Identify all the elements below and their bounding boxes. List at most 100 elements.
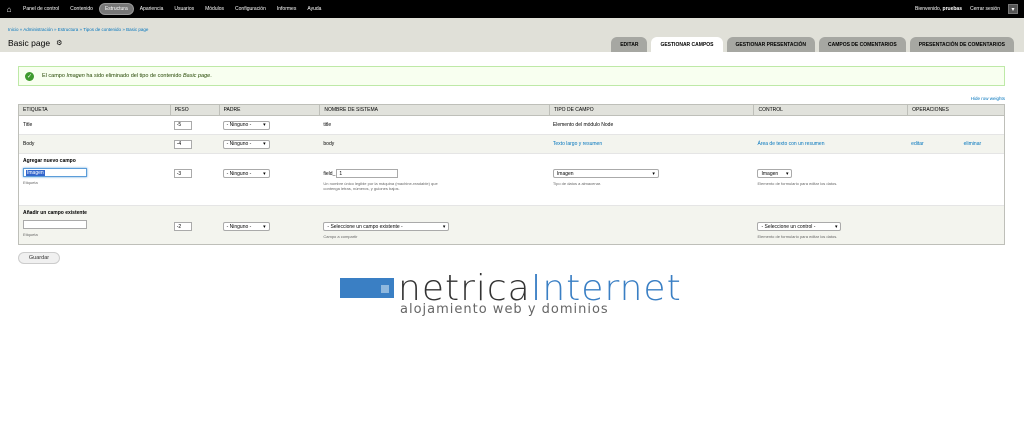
existing-field-desc: Campo a compartir [323, 234, 358, 239]
col-weight: PESO [169, 105, 219, 115]
control-link[interactable]: Área de texto con un resumen [753, 141, 907, 147]
page-title: Basic page [8, 38, 51, 48]
message-pre: El campo [42, 73, 67, 79]
existing-label-desc: Etiqueta [23, 232, 38, 237]
control-cell: - Seleccione un control - ▾ Elemento de f… [753, 210, 907, 239]
parent-select[interactable]: - Ninguno - ▾ [222, 139, 270, 149]
existing-field-title: Añadir un campo existente [23, 210, 87, 216]
row-label: Body [23, 141, 35, 147]
new-field-label-value: Imagen [26, 169, 45, 176]
shortcuts-toggle-icon[interactable]: ▾ [1008, 4, 1018, 14]
tab-manage-display[interactable]: GESTIONAR PRESENTACIÓN [726, 37, 815, 52]
col-parent: PADRE [218, 105, 320, 115]
parent-select-value: - Ninguno - [226, 223, 252, 230]
existing-label-input[interactable] [23, 220, 87, 229]
toolbar-menu: Panel de control Contenido Estructura Ap… [18, 3, 326, 15]
existing-field-select[interactable]: - Seleccione un campo existente - ▾ [323, 222, 450, 231]
parent-select[interactable]: - Ninguno - ▾ [222, 222, 270, 231]
toolbar-item-help[interactable]: Ayuda [302, 4, 326, 14]
tab-manage-fields[interactable]: GESTIONAR CAMPOS [651, 37, 723, 52]
control-cell: Imagen ▾ Elemento de formulario para edit… [753, 158, 907, 186]
tab-edit[interactable]: EDITAR [611, 37, 648, 52]
weight-cell: -5 [170, 120, 219, 130]
chevron-down-icon: ▾ [785, 170, 789, 177]
field-type-value: Imagen [556, 170, 574, 177]
netrica-logo: netricaInternet alojamiento web y domini… [340, 268, 681, 323]
edit-link[interactable]: editar [911, 141, 924, 147]
existing-control-select[interactable]: - Seleccione un control - ▾ [757, 222, 842, 231]
toolbar-item-dashboard[interactable]: Panel de control [18, 4, 64, 14]
home-icon[interactable]: ⌂ [0, 0, 18, 18]
chevron-down-icon: ▾ [263, 141, 266, 147]
toolbar-item-reports[interactable]: Informes [272, 4, 301, 14]
save-button[interactable]: Guardar [18, 252, 60, 264]
weight-input[interactable]: -3 [173, 169, 192, 178]
parent-select-value: - Ninguno - [226, 141, 252, 147]
chevron-down-icon: ▾ [263, 170, 266, 177]
control-select[interactable]: Imagen ▾ [757, 169, 793, 178]
username-link[interactable]: pruebas [943, 6, 962, 12]
breadcrumb[interactable]: Inicio » Administración » Estructura » T… [8, 27, 148, 32]
field-type-desc: Tipo de datos a almacenar. [552, 181, 602, 186]
delete-link[interactable]: eliminar [964, 141, 982, 147]
toolbar-item-users[interactable]: Usuarios [169, 4, 199, 14]
status-message: ✓ El campo Imagen ha sido eliminado del … [18, 66, 1005, 86]
table-header: ETIQUETA PESO PADRE NOMBRE DE SISTEMA TI… [19, 105, 1004, 116]
row-field-type: Elemento del módulo Node [552, 122, 614, 128]
field-type-select[interactable]: Imagen ▾ [552, 169, 659, 178]
hide-row-weights-link[interactable]: Hide row weights [971, 96, 1005, 101]
parent-select[interactable]: - Ninguno - ▾ [222, 120, 270, 130]
existing-label-cell: Añadir un campo existente Etiqueta [19, 210, 170, 237]
toolbar-user: Bienvenido, pruebas Cerrar sesión ▾ [915, 0, 1018, 18]
chevron-down-icon: ▾ [263, 122, 266, 128]
weight-cell: -3 [170, 158, 219, 178]
toolbar-item-structure[interactable]: Estructura [98, 3, 134, 15]
field-type-link[interactable]: Texto largo y resumen [549, 141, 754, 147]
logo-tagline: alojamiento web y dominios [400, 302, 609, 317]
col-field-type: TIPO DE CAMPO [548, 105, 754, 115]
field-name-input[interactable]: 1 [336, 169, 399, 178]
chevron-down-icon: ▾ [263, 223, 266, 230]
weight-input[interactable]: -5 [173, 120, 192, 130]
parent-select[interactable]: - Ninguno - ▾ [222, 169, 270, 178]
control-value: Imagen [761, 170, 779, 177]
logout-link[interactable]: Cerrar sesión [970, 6, 1000, 12]
col-system-name: NOMBRE DE SISTEMA [319, 105, 549, 115]
new-field-title: Agregar nuevo campo [23, 158, 76, 164]
system-name-cell: field_ 1 Un nombre único legible por la m… [319, 158, 549, 191]
toolbar-item-content[interactable]: Contenido [65, 4, 98, 14]
new-field-label-desc: Etiqueta [23, 180, 38, 185]
chevron-down-icon: ▾ [442, 223, 446, 230]
row-operations: editar eliminar [907, 141, 1004, 147]
tab-comment-display[interactable]: PRESENTACIÓN DE COMENTARIOS [909, 37, 1014, 52]
message-type: Basic page [182, 73, 211, 79]
fields-table: ETIQUETA PESO PADRE NOMBRE DE SISTEMA TI… [18, 104, 1005, 245]
chevron-down-icon: ▾ [652, 170, 655, 177]
field-type-cell: Imagen ▾ Tipo de datos a almacenar. [549, 158, 754, 186]
message-field: Imagen [66, 73, 85, 79]
existing-field-value: - Seleccione un campo existente - [327, 223, 403, 230]
parent-select-value: - Ninguno - [226, 122, 252, 128]
new-field-label-input[interactable]: Imagen [23, 168, 87, 177]
new-field-label-cell: Agregar nuevo campo Imagen Etiqueta [19, 158, 170, 185]
existing-control-desc: Elemento de formulario para editar los d… [757, 234, 838, 239]
parent-cell: - Ninguno - ▾ [219, 139, 320, 149]
gear-icon[interactable]: ⚙ [56, 39, 62, 47]
tab-comment-fields[interactable]: CAMPOS DE COMENTARIOS [818, 37, 906, 52]
existing-field-cell: - Seleccione un campo existente - ▾ Campo… [319, 210, 549, 239]
weight-input[interactable]: -2 [173, 222, 192, 231]
toolbar-item-configuration[interactable]: Configuración [230, 4, 271, 14]
weight-cell: -4 [170, 139, 219, 149]
check-icon: ✓ [25, 71, 34, 81]
admin-toolbar: ⌂ Panel de control Contenido Estructura … [0, 0, 1024, 18]
status-message-text: El campo Imagen ha sido eliminado del ti… [42, 73, 212, 79]
weight-input[interactable]: -4 [173, 139, 192, 149]
parent-select-value: - Ninguno - [226, 170, 252, 177]
toolbar-item-appearance[interactable]: Apariencia [135, 4, 169, 14]
col-label: ETIQUETA [23, 107, 48, 113]
operations-links: editar eliminar [911, 141, 981, 147]
row-label: Title [23, 122, 33, 128]
field-prefix: field_ [323, 170, 336, 177]
col-operations: OPERACIONES [907, 105, 1004, 115]
toolbar-item-modules[interactable]: Módulos [200, 4, 229, 14]
